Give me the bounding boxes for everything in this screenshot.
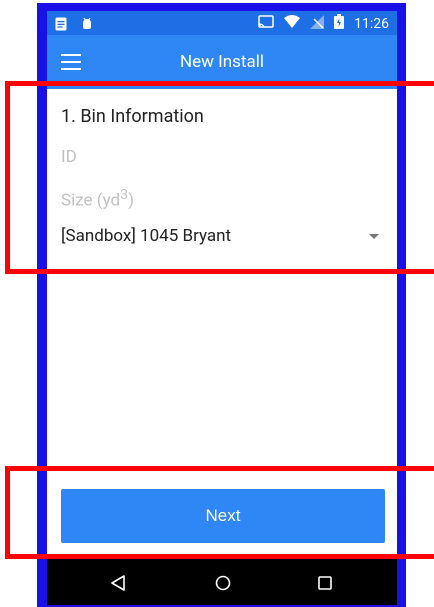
location-select[interactable]: [Sandbox] 1045 Bryant [61, 226, 381, 252]
size-superscript: 3 [120, 187, 129, 203]
home-icon[interactable] [211, 571, 235, 595]
page-title: New Install [180, 52, 264, 72]
wifi-icon [284, 15, 301, 32]
cast-icon [258, 14, 274, 33]
size-label-suffix: ) [128, 190, 134, 211]
app-bar: New Install [47, 35, 397, 89]
battery-icon [334, 14, 345, 33]
section-title: 1. Bin Information [61, 106, 204, 127]
no-signal-icon [310, 14, 325, 33]
next-button[interactable]: Next [61, 489, 385, 543]
dropdown-arrow-icon [369, 234, 379, 239]
id-field[interactable]: ID [61, 147, 77, 167]
size-label: Size (yd [61, 190, 121, 211]
navigation-bar [47, 559, 397, 605]
location-select-value: [Sandbox] 1045 Bryant [61, 226, 232, 246]
status-bar: 11:26 [47, 11, 397, 35]
recents-icon[interactable] [313, 571, 337, 595]
notes-icon [55, 16, 67, 35]
android-debug-icon [81, 16, 93, 35]
size-field[interactable]: Size (yd3) [61, 187, 134, 211]
phone-screen: 11:26 New Install 1. Bin Information ID … [47, 11, 397, 605]
back-icon[interactable] [106, 571, 130, 595]
status-time: 11:26 [354, 15, 389, 32]
